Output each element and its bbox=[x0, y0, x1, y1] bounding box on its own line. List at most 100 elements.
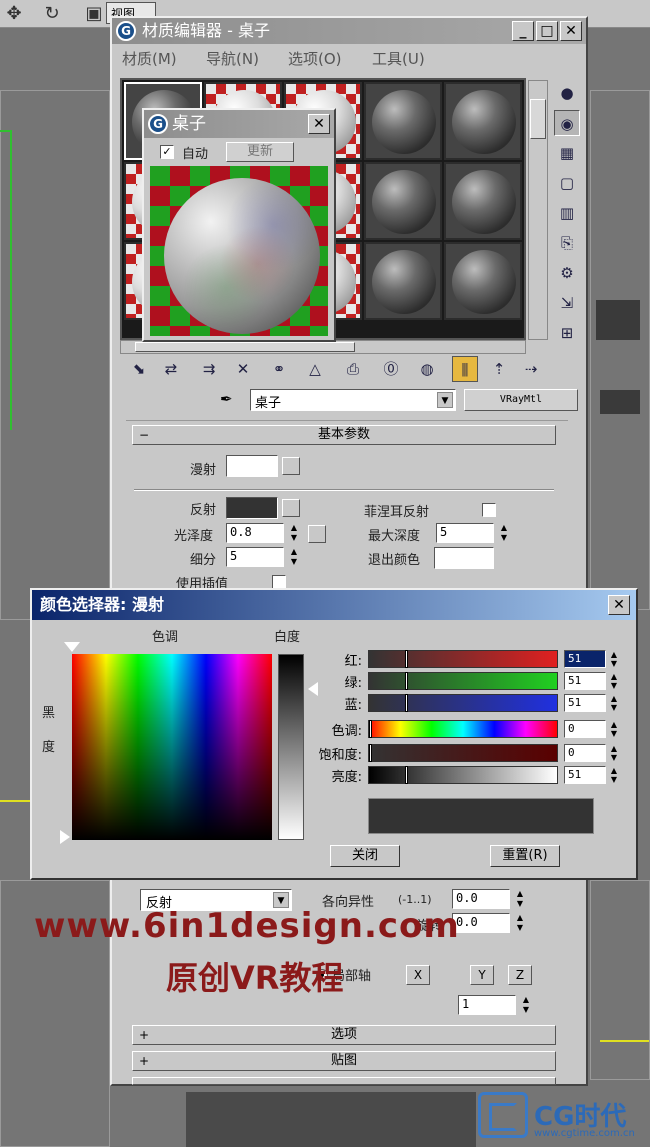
aniso-spinner[interactable]: ▲ ▼ bbox=[514, 889, 526, 909]
sample-vertical-scrollbar[interactable] bbox=[528, 80, 548, 340]
slider-marker[interactable] bbox=[405, 694, 408, 712]
whiteness-pointer[interactable] bbox=[308, 682, 318, 696]
green-input[interactable]: 51 bbox=[564, 672, 606, 690]
background-icon[interactable]: ▦ bbox=[554, 140, 580, 166]
make-copy-icon[interactable]: ⚭ bbox=[266, 356, 292, 382]
aniso-input[interactable]: 0.0 bbox=[452, 889, 510, 909]
map-channel-spinner[interactable]: ▲ ▼ bbox=[520, 995, 532, 1015]
value-slider[interactable] bbox=[368, 766, 558, 784]
whiteness-bar[interactable] bbox=[278, 654, 304, 840]
map-channel-input[interactable]: 1 bbox=[458, 995, 516, 1015]
update-button[interactable]: 更新 bbox=[226, 142, 294, 162]
auto-checkbox[interactable]: ✓ bbox=[160, 145, 174, 159]
reflect-map-button[interactable] bbox=[282, 499, 300, 517]
fresnel-checkbox[interactable] bbox=[482, 503, 496, 517]
maximize-icon[interactable]: □ bbox=[536, 21, 558, 41]
sample-slot[interactable] bbox=[444, 162, 522, 240]
hue-input[interactable]: 0 bbox=[564, 720, 606, 738]
go-to-parent-icon[interactable]: ⇡ bbox=[486, 356, 512, 382]
rotation-input[interactable]: 0.0 bbox=[452, 913, 510, 933]
gloss-map-button[interactable] bbox=[308, 525, 326, 543]
close-button[interactable]: 关闭 bbox=[330, 845, 400, 867]
get-material-icon[interactable]: ⬊ bbox=[126, 356, 152, 382]
rollout-options[interactable]: + 选项 bbox=[132, 1025, 556, 1045]
green-slider[interactable] bbox=[368, 672, 558, 690]
blue-slider[interactable] bbox=[368, 694, 558, 712]
make-preview-icon[interactable]: ⎘ bbox=[554, 230, 580, 256]
video-check-icon[interactable]: ▥ bbox=[554, 200, 580, 226]
blue-input[interactable]: 51 bbox=[564, 694, 606, 712]
material-type-button[interactable]: VRayMtl bbox=[464, 389, 578, 411]
rotation-spinner[interactable]: ▲ ▼ bbox=[514, 913, 526, 933]
options-icon[interactable]: ⚙ bbox=[554, 260, 580, 286]
make-unique-icon[interactable]: △ bbox=[302, 356, 328, 382]
rollout-next[interactable] bbox=[132, 1077, 556, 1085]
subdiv-input[interactable]: 5 bbox=[226, 547, 284, 567]
material-id-icon[interactable]: ⓪ bbox=[378, 356, 404, 382]
backlight-icon[interactable]: ◉ bbox=[554, 110, 580, 136]
sample-slot[interactable] bbox=[444, 82, 522, 160]
interp-checkbox[interactable] bbox=[272, 575, 286, 589]
show-map-icon[interactable]: ◍ bbox=[414, 356, 440, 382]
reset-map-icon[interactable]: ✕ bbox=[230, 356, 256, 382]
sample-slot[interactable] bbox=[364, 242, 442, 320]
max-depth-spinner[interactable]: ▲ ▼ bbox=[498, 523, 510, 543]
rotate-icon[interactable]: ↻ bbox=[40, 3, 64, 25]
max-depth-input[interactable]: 5 bbox=[436, 523, 494, 543]
sample-slot[interactable] bbox=[364, 162, 442, 240]
show-end-result-icon[interactable]: ⫼ bbox=[452, 356, 478, 382]
hue-slider[interactable] bbox=[368, 720, 558, 738]
minimize-icon[interactable]: _ bbox=[512, 21, 534, 41]
move-icon[interactable]: ✥ bbox=[2, 3, 26, 25]
green-spinner[interactable]: ▲ ▼ bbox=[608, 672, 620, 690]
diffuse-swatch[interactable] bbox=[226, 455, 278, 477]
close-icon[interactable]: ✕ bbox=[308, 114, 330, 134]
diffuse-map-button[interactable] bbox=[282, 457, 300, 475]
value-spinner[interactable]: ▲ ▼ bbox=[608, 766, 620, 784]
scrollbar-thumb[interactable] bbox=[530, 99, 546, 139]
put-to-scene-icon[interactable]: ⇄ bbox=[158, 356, 184, 382]
go-forward-sibling-icon[interactable]: ⇢ bbox=[518, 356, 544, 382]
sample-type-icon[interactable]: ● bbox=[554, 80, 580, 106]
slider-marker[interactable] bbox=[369, 744, 372, 762]
axis-x-button[interactable]: X bbox=[406, 965, 430, 985]
exit-color-swatch[interactable] bbox=[434, 547, 494, 569]
scrollbar-thumb[interactable] bbox=[135, 342, 355, 352]
value-input[interactable]: 51 bbox=[564, 766, 606, 784]
material-name-field[interactable]: 桌子 ▼ bbox=[250, 389, 456, 411]
sample-slot[interactable] bbox=[364, 82, 442, 160]
assign-to-selection-icon[interactable]: ⇉ bbox=[196, 356, 222, 382]
rollout-basic-params[interactable]: − 基本参数 bbox=[132, 425, 556, 445]
red-slider[interactable] bbox=[368, 650, 558, 668]
material-navigator-icon[interactable]: ⊞ bbox=[554, 320, 580, 346]
saturation-input[interactable]: 0 bbox=[564, 744, 606, 762]
saturation-spinner[interactable]: ▲ ▼ bbox=[608, 744, 620, 762]
select-by-material-icon[interactable]: ⇲ bbox=[554, 290, 580, 316]
reflect-swatch[interactable] bbox=[226, 497, 278, 519]
hue-spinner[interactable]: ▲ ▼ bbox=[608, 720, 620, 738]
uv-tiling-icon[interactable]: ▢ bbox=[554, 170, 580, 196]
hue-blackness-field[interactable] bbox=[72, 654, 272, 840]
menu-options[interactable]: 选项(O) bbox=[288, 48, 342, 69]
axis-y-button[interactable]: Y bbox=[470, 965, 494, 985]
scale-icon[interactable]: ▣ bbox=[82, 3, 106, 25]
put-to-library-icon[interactable]: ⎙ bbox=[340, 356, 366, 382]
saturation-slider[interactable] bbox=[368, 744, 558, 762]
sample-horizontal-scrollbar[interactable] bbox=[120, 340, 526, 354]
slider-marker[interactable] bbox=[405, 766, 408, 784]
chevron-down-icon[interactable]: ▼ bbox=[437, 392, 453, 408]
reset-button[interactable]: 重置(R) bbox=[490, 845, 560, 867]
gloss-spinner[interactable]: ▲ ▼ bbox=[288, 523, 300, 543]
eyedropper-icon[interactable]: ✒ bbox=[220, 390, 233, 408]
blackness-pointer[interactable] bbox=[60, 830, 70, 844]
menu-navigation[interactable]: 导航(N) bbox=[206, 48, 259, 69]
hue-pointer[interactable] bbox=[64, 642, 80, 652]
menu-material[interactable]: 材质(M) bbox=[122, 48, 177, 69]
subdiv-spinner[interactable]: ▲ ▼ bbox=[288, 547, 300, 567]
close-icon[interactable]: ✕ bbox=[560, 21, 582, 41]
rollout-maps[interactable]: + 贴图 bbox=[132, 1051, 556, 1071]
slider-marker[interactable] bbox=[369, 720, 372, 738]
close-icon[interactable]: ✕ bbox=[608, 595, 630, 615]
menu-tools[interactable]: 工具(U) bbox=[372, 48, 425, 69]
slider-marker[interactable] bbox=[405, 672, 408, 690]
